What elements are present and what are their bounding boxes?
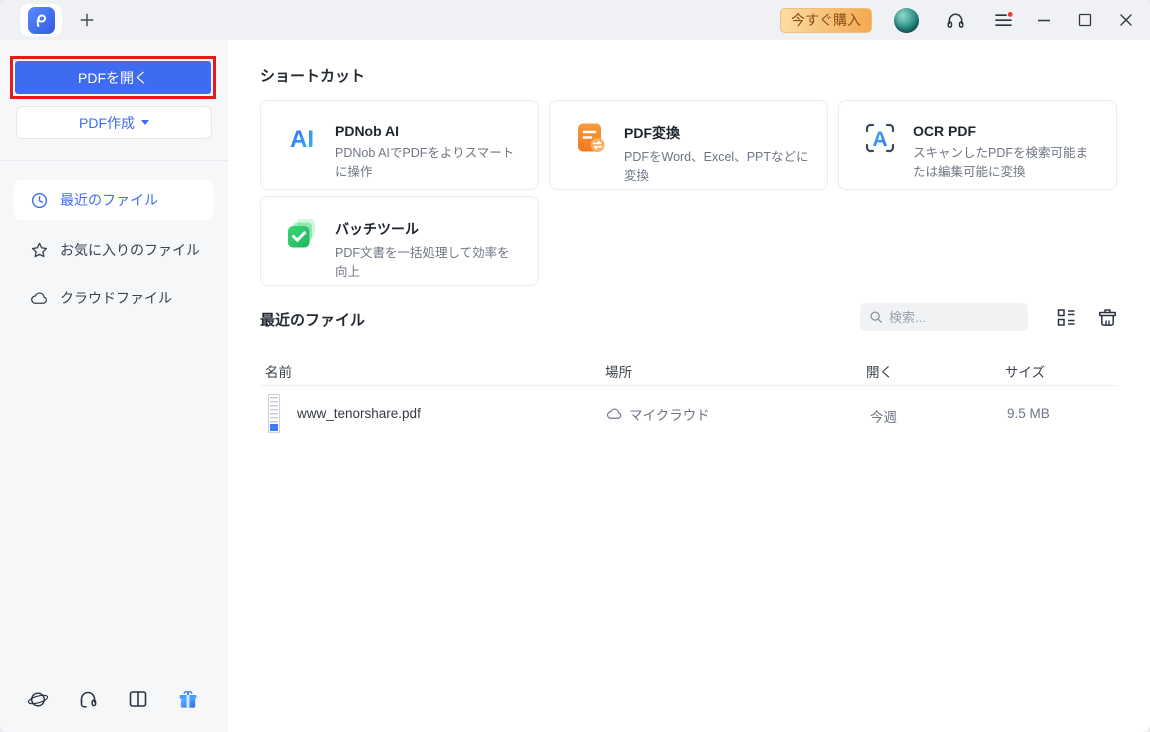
card-desc: PDNob AIでPDFをよりスマートに操作 bbox=[335, 146, 515, 180]
buy-now-button[interactable]: 今すぐ購入 bbox=[780, 7, 872, 33]
user-guide-book-icon[interactable] bbox=[127, 688, 149, 710]
cloud-icon bbox=[30, 289, 49, 308]
language-globe-icon[interactable] bbox=[27, 688, 49, 710]
recent-files-table: 名前 場所 開く サイズ www_tenorshare.pdf マイクラウド 今… bbox=[260, 355, 1118, 442]
new-tab-button[interactable] bbox=[76, 9, 98, 31]
clock-icon bbox=[30, 191, 49, 210]
view-toggle-icon[interactable] bbox=[1056, 307, 1077, 328]
ai-icon: AI bbox=[285, 121, 319, 155]
search-input[interactable] bbox=[889, 309, 1019, 325]
search-icon bbox=[870, 311, 882, 323]
chevron-down-icon bbox=[141, 120, 149, 125]
table-header: 名前 場所 開く サイズ bbox=[260, 355, 1118, 385]
sidebar-item-recent-files[interactable]: 最近のファイル bbox=[14, 180, 214, 220]
card-desc: PDFをWord、Excel、PPTなどに変換 bbox=[624, 150, 809, 184]
main-content: ショートカット AI PDNob AI PDNob AIでPDFをよりスマートに… bbox=[228, 40, 1150, 732]
user-avatar[interactable] bbox=[894, 7, 919, 33]
open-pdf-button[interactable]: PDFを開く bbox=[15, 61, 211, 94]
title-bar: 今すぐ購入 bbox=[0, 0, 1150, 40]
svg-text:A: A bbox=[872, 128, 887, 151]
card-batch-tools[interactable]: バッチツール PDF文書を一括処理して効率を向上 bbox=[260, 196, 539, 286]
recent-files-header: 最近のファイル bbox=[260, 303, 1118, 333]
recent-files-title: 最近のファイル bbox=[260, 312, 366, 329]
sidebar-item-favorite-files[interactable]: お気に入りのファイル bbox=[14, 230, 214, 270]
maximize-button[interactable] bbox=[1073, 8, 1097, 32]
sidebar-nav: 最近のファイル お気に入りのファイル クラウドファイル bbox=[0, 180, 228, 326]
sidebar-footer bbox=[27, 688, 199, 710]
column-header-location: 場所 bbox=[605, 365, 632, 380]
search-box[interactable] bbox=[860, 303, 1028, 331]
table-row[interactable]: www_tenorshare.pdf マイクラウド 今週 9.5 MB bbox=[260, 386, 1118, 442]
ocr-icon: A bbox=[863, 121, 897, 155]
app-window: 今すぐ購入 PDFを開く PDF作成 最近のファイル お気に入りのファイル クラ… bbox=[0, 0, 1150, 732]
column-header-name: 名前 bbox=[265, 365, 292, 380]
minimize-icon bbox=[1038, 19, 1050, 22]
plus-icon bbox=[80, 13, 94, 27]
card-desc: スキャンしたPDFを検索可能または編集可能に変換 bbox=[913, 146, 1089, 180]
sidebar: PDFを開く PDF作成 最近のファイル お気に入りのファイル クラウドファイル bbox=[0, 40, 228, 732]
create-pdf-label: PDF作成 bbox=[79, 114, 135, 131]
gift-icon[interactable] bbox=[177, 688, 199, 710]
star-icon bbox=[30, 241, 49, 260]
app-logo-icon bbox=[27, 6, 55, 34]
sidebar-item-label: クラウドファイル bbox=[60, 290, 172, 306]
create-pdf-button[interactable]: PDF作成 bbox=[16, 106, 212, 139]
file-name: www_tenorshare.pdf bbox=[297, 406, 421, 421]
close-icon bbox=[1120, 14, 1132, 26]
main-menu-icon[interactable] bbox=[991, 8, 1015, 32]
file-opened: 今週 bbox=[870, 410, 897, 425]
svg-text:AI: AI bbox=[290, 126, 314, 153]
card-title: PDNob AI bbox=[335, 123, 400, 139]
clear-list-icon[interactable] bbox=[1097, 307, 1118, 328]
convert-icon bbox=[574, 121, 608, 155]
card-title: OCR PDF bbox=[913, 123, 976, 139]
card-pdf-convert[interactable]: PDF変換 PDFをWord、Excel、PPTなどに変換 bbox=[549, 100, 828, 190]
shortcuts-title: ショートカット bbox=[260, 68, 366, 85]
minimize-button[interactable] bbox=[1032, 8, 1056, 32]
support-headset-icon[interactable] bbox=[77, 688, 99, 710]
card-title: PDF変換 bbox=[624, 125, 680, 141]
file-thumbnail bbox=[268, 394, 280, 433]
shortcut-cards: AI PDNob AI PDNob AIでPDFをよりスマートに操作 PDF変換… bbox=[260, 100, 1118, 286]
file-location: マイクラウド bbox=[606, 404, 710, 424]
card-ocr-pdf[interactable]: A OCR PDF スキャンしたPDFを検索可能または編集可能に変換 bbox=[838, 100, 1117, 190]
sidebar-item-label: 最近のファイル bbox=[60, 192, 158, 208]
card-title: バッチツール bbox=[335, 221, 419, 237]
batch-icon bbox=[285, 217, 319, 251]
card-pdnob-ai[interactable]: AI PDNob AI PDNob AIでPDFをよりスマートに操作 bbox=[260, 100, 539, 190]
card-desc: PDF文書を一括処理して効率を向上 bbox=[335, 246, 510, 280]
close-button[interactable] bbox=[1114, 8, 1138, 32]
maximize-icon bbox=[1078, 13, 1092, 27]
support-headset-icon[interactable] bbox=[943, 8, 967, 32]
annotation-highlight: PDFを開く bbox=[10, 56, 216, 99]
sidebar-item-label: お気に入りのファイル bbox=[60, 242, 200, 258]
column-header-size: サイズ bbox=[1005, 365, 1046, 380]
sidebar-item-cloud-files[interactable]: クラウドファイル bbox=[14, 278, 214, 318]
cloud-icon bbox=[606, 408, 622, 419]
column-header-opened: 開く bbox=[866, 365, 893, 380]
file-size: 9.5 MB bbox=[1007, 406, 1050, 421]
tab-home[interactable] bbox=[20, 4, 62, 36]
